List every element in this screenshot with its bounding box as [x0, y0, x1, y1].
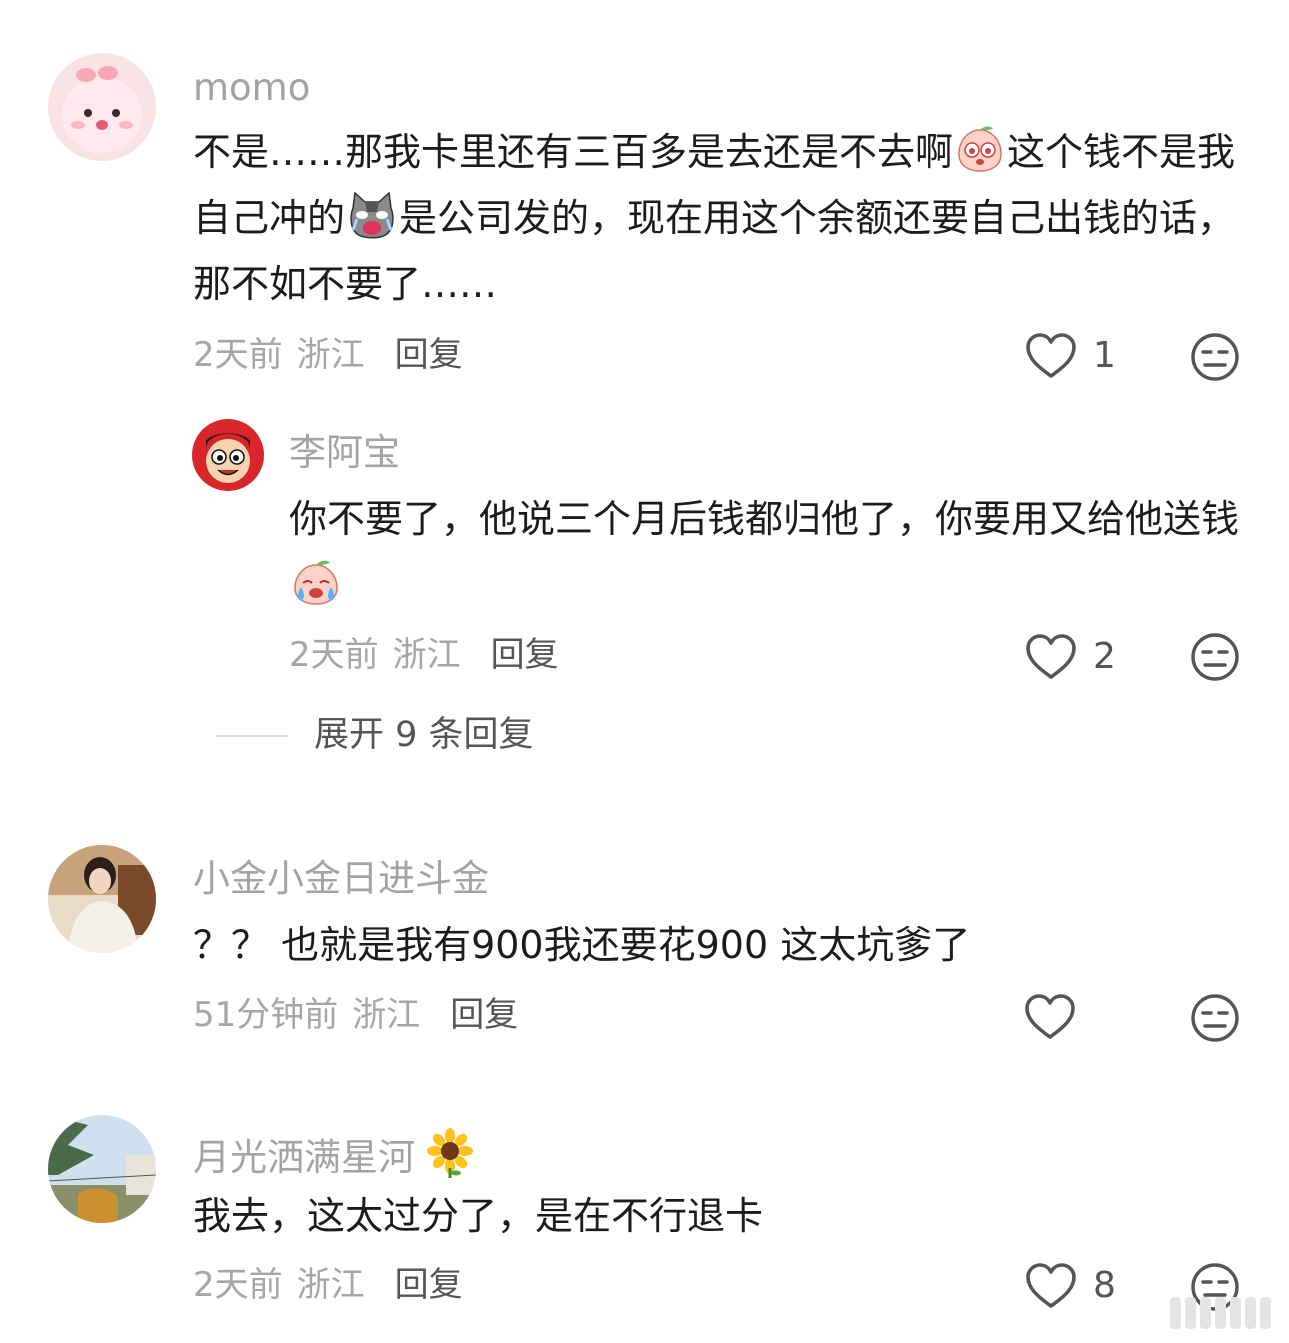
like-button[interactable]: 2 — [1025, 633, 1116, 681]
like-button[interactable]: 1 — [1025, 332, 1116, 380]
comment-text-part: 我去，这太过分了，是在不行退卡 — [193, 1194, 764, 1238]
comment-region: 浙江 — [352, 995, 421, 1035]
peach-sticker-icon — [955, 124, 1005, 174]
comment-text-part: ？？ 也就是我有900我还要花900 这太坑爹了 — [193, 923, 971, 967]
expand-replies-button[interactable]: 展开 9 条回复 — [216, 718, 534, 753]
reply-text-part: 你不要了，他说三个月后钱都归他了，你要用又给他送钱 — [289, 497, 1240, 541]
reply-text: 你不要了，他说三个月后钱都归他了，你要用又给他送钱 — [289, 486, 1239, 618]
comment-author[interactable]: 月光洒满星河 — [193, 1128, 477, 1178]
reply-button[interactable]: 回复 — [450, 995, 518, 1035]
comment-text: ？？ 也就是我有900我还要花900 这太坑爹了 — [193, 912, 1243, 978]
like-count: 8 — [1093, 1265, 1116, 1306]
avatar[interactable] — [48, 1115, 156, 1223]
avatar[interactable] — [192, 419, 264, 491]
reply-author[interactable]: 李阿宝 — [289, 434, 400, 471]
expand-replies-label: 展开 9 条回复 — [314, 715, 534, 755]
like-count: 2 — [1093, 636, 1116, 677]
avatar[interactable] — [48, 53, 156, 161]
reply-meta: 2天前 浙江 回复 — [289, 638, 559, 672]
avatar[interactable] — [48, 845, 156, 953]
reply-button[interactable]: 回复 — [395, 335, 463, 375]
reply-region: 浙江 — [392, 635, 461, 675]
comment-text: 不是……那我卡里还有三百多是去还是不去啊 这个钱不是我自己冲的 是公司发的，现在用这… — [193, 119, 1243, 317]
heart-outline-icon — [1024, 993, 1076, 1041]
reply-time: 2天前 — [289, 635, 379, 675]
crying-peach-sticker-icon — [291, 557, 341, 607]
heart-outline-icon — [1025, 1262, 1077, 1310]
comment-text: 我去，这太过分了，是在不行退卡 — [193, 1183, 1243, 1249]
comment-author-text: 月光洒满星河 — [193, 1136, 415, 1179]
dislike-button[interactable] — [1190, 632, 1240, 682]
reply-button[interactable]: 回复 — [491, 635, 559, 675]
dislike-button[interactable] — [1190, 993, 1240, 1043]
sunflower-emoji-icon — [425, 1128, 475, 1178]
meh-face-icon — [1190, 993, 1240, 1043]
meh-face-icon — [1190, 632, 1240, 682]
comment-meta: 2天前 浙江 回复 — [193, 338, 463, 372]
comment-region: 浙江 — [296, 335, 365, 375]
comment-meta: 2天前 浙江 回复 — [193, 1268, 463, 1302]
comment-meta: 51分钟前 浙江 回复 — [193, 998, 518, 1032]
comment-region: 浙江 — [296, 1265, 365, 1305]
comment-author[interactable]: momo — [193, 69, 310, 106]
like-button[interactable]: 8 — [1025, 1262, 1116, 1310]
meh-face-icon — [1190, 332, 1240, 382]
divider-line — [216, 734, 288, 737]
like-button[interactable] — [1024, 993, 1092, 1041]
dislike-button[interactable] — [1190, 332, 1240, 382]
comment-text-part: 不是……那我卡里还有三百多是去还是不去啊 — [193, 130, 954, 174]
reply-button[interactable]: 回复 — [395, 1265, 463, 1305]
comment-author[interactable]: 小金小金日进斗金 — [193, 860, 489, 897]
watermark — [1170, 1297, 1271, 1329]
comment-time: 51分钟前 — [193, 995, 339, 1035]
like-count: 1 — [1093, 335, 1116, 376]
heart-outline-icon — [1025, 332, 1077, 380]
comment-time: 2天前 — [193, 335, 283, 375]
heart-outline-icon — [1025, 633, 1077, 681]
comment-time: 2天前 — [193, 1265, 283, 1305]
crying-cat-sticker-icon — [347, 190, 397, 240]
